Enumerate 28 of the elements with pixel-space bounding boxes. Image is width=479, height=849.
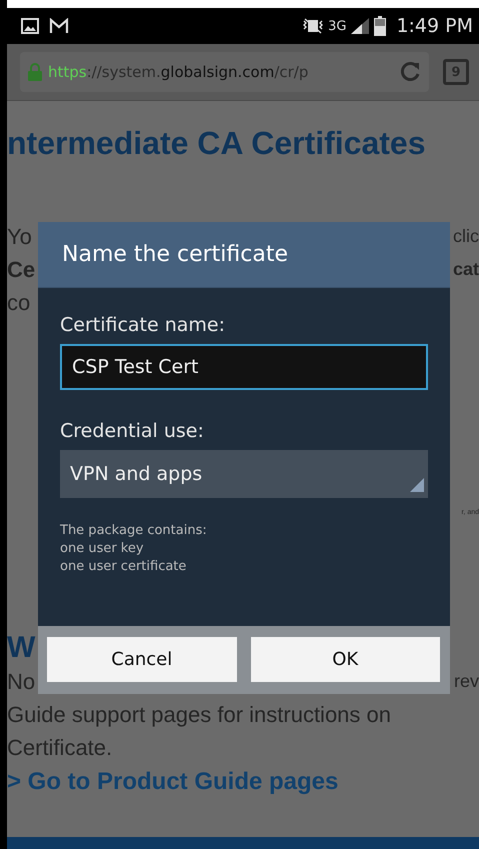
body-paragraph: Guide support pages for instructions on Certificate. <box>7 701 392 762</box>
body-text: Ce <box>7 256 36 284</box>
certificate-name-field[interactable]: CSP Test Cert <box>60 344 428 390</box>
body-text: co <box>7 289 30 317</box>
page-heading: ntermediate CA Certificates <box>7 125 426 162</box>
section-heading: W <box>7 631 36 665</box>
field-label: Credential use: <box>60 420 205 442</box>
body-text: Yo <box>7 223 32 251</box>
field-label: Certificate name: <box>60 314 226 336</box>
body-text: clic <box>453 225 479 248</box>
signal-icon <box>350 17 370 35</box>
body-text: No <box>7 668 36 696</box>
body-text: rev <box>454 670 479 693</box>
dialog-button[interactable]: OK <box>250 637 440 682</box>
package-info-text: The package contains: one user key one user certificate <box>60 522 208 576</box>
reload-icon[interactable] <box>399 61 421 83</box>
body-text: cat <box>452 258 479 281</box>
picture-icon <box>21 18 39 34</box>
dialog-button[interactable]: Cancel <box>47 637 236 682</box>
vibrate-mute-icon <box>302 17 324 35</box>
dropdown-corner-icon <box>410 478 424 492</box>
credential-use-dropdown[interactable]: VPN and apps <box>60 450 428 498</box>
clock-time: 1:49 PM <box>396 15 473 37</box>
dialog-title: Name the certificate <box>38 222 450 288</box>
battery-icon <box>374 16 386 36</box>
network-type: 3G <box>328 18 346 34</box>
mail-icon <box>49 18 69 34</box>
lock-icon <box>28 63 42 81</box>
